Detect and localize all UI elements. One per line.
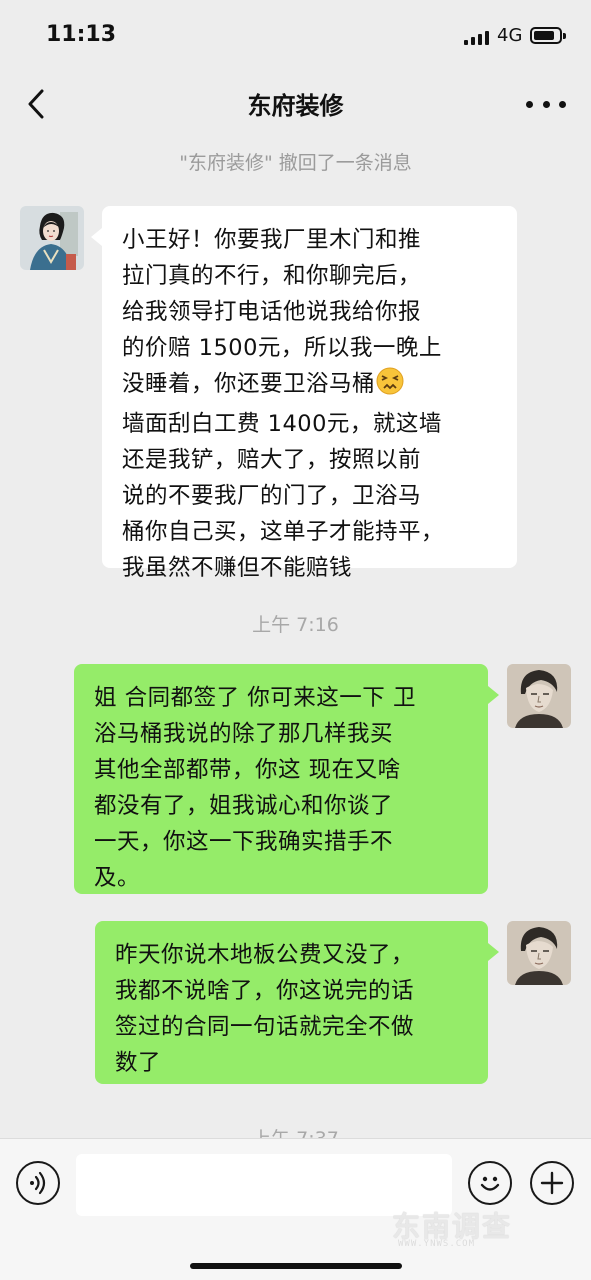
message-line: 桶你自己买，这单子才能持平， [122, 519, 445, 545]
message-line: 我都不说啥了，你这说完的话 [115, 978, 415, 1004]
message-line: 给我领导打电话他说我给你报 [122, 299, 422, 325]
message-line: 都没有了，姐我诚心和你谈了 [94, 793, 394, 819]
watermark-subtitle: WWW.YNWS.COM [398, 1239, 476, 1249]
message-line: 小王好！你要我厂里木门和推 [122, 227, 422, 253]
more-dots-icon[interactable] [526, 94, 566, 114]
message-line: 的价赔 1500元，所以我一晚上 [122, 335, 442, 361]
emoji-icon[interactable] [468, 1161, 512, 1205]
message-line: 浴马桶我说的除了那几样我买 [94, 721, 394, 747]
message-line: 拉门真的不行，和你聊完后， [122, 263, 422, 289]
plus-icon[interactable] [530, 1161, 574, 1205]
message-line: 昨天你说木地板公费又没了， [115, 942, 415, 968]
battery-level-fill [534, 31, 554, 40]
message-line: 签过的合同一句话就完全不做 [115, 1014, 415, 1040]
message-line: 说的不要我厂的门了，卫浴马 [122, 483, 422, 509]
recall-notice: "东府装修" 撤回了一条消息 [179, 152, 412, 174]
persevering-face-emoji [375, 367, 405, 406]
message-line: 及。 [94, 865, 141, 891]
message-line: 没睡着，你还要卫浴马桶 [122, 371, 376, 397]
message-bubble-sent[interactable]: 昨天你说木地板公费又没了， 我都不说啥了，你这说完的话 签过的合同一句话就完全不… [95, 921, 499, 1084]
status-bar: 11:13 4G [0, 0, 591, 66]
chat-header: 东府装修 [0, 66, 591, 142]
battery-icon [530, 27, 566, 44]
watermark-logo: 东南调查 WWW.YNWS.COM [392, 1205, 552, 1257]
message-input-bar: 东南调查 WWW.YNWS.COM [0, 1138, 591, 1280]
message-timestamp: 上午 7:16 [252, 614, 339, 636]
voice-icon[interactable] [16, 1161, 60, 1205]
message-line-with-emoji: 没睡着，你还要卫浴马桶 [122, 366, 497, 406]
message-line: 其他全部都带，你这 现在又啥 [94, 757, 401, 783]
message-line: 姐 合同都签了 你可来这一下 卫 [94, 685, 416, 711]
message-line: 一天，你这一下我确实措手不 [94, 829, 394, 855]
signal-strength-icon [464, 31, 490, 45]
message-bubble-sent[interactable]: 姐 合同都签了 你可来这一下 卫 浴马桶我说的除了那几样我买 其他全部都带，你这… [74, 664, 499, 894]
message-line: 墙面刮白工费 1400元，就这墙 [122, 411, 442, 437]
message-line: 还是我铲，赔大了，按照以前 [122, 447, 422, 473]
message-line: 我虽然不赚但不能赔钱 [122, 555, 353, 581]
message-bubble-received[interactable]: 小王好！你要我厂里木门和推 拉门真的不行，和你聊完后， 给我领导打电话他说我给你… [91, 206, 517, 581]
man-avatar[interactable] [507, 921, 571, 985]
woman-avatar[interactable] [20, 206, 84, 270]
status-time: 11:13 [46, 22, 117, 47]
network-type: 4G [497, 25, 523, 46]
chat-title: 东府装修 [247, 92, 344, 120]
message-line: 数了 [115, 1050, 162, 1076]
home-indicator[interactable] [190, 1263, 402, 1269]
man-avatar[interactable] [507, 664, 571, 728]
